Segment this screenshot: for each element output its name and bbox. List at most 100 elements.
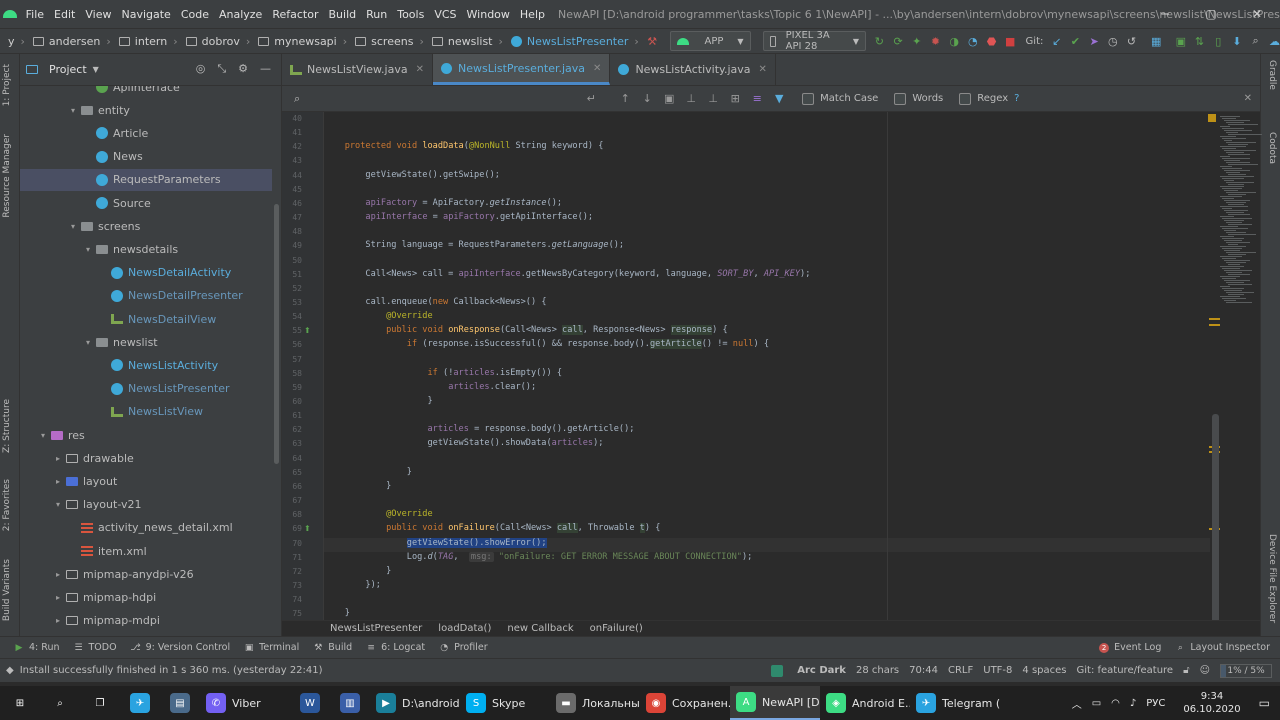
expand-arrow-icon[interactable]: ▾ (37, 431, 49, 440)
git-push-icon[interactable]: ➤ (1089, 34, 1100, 48)
close-button[interactable]: ✕ (1234, 0, 1280, 28)
next-occurrence-icon[interactable]: ↓ (640, 92, 654, 105)
rerun-icon[interactable]: ⟳ (893, 34, 904, 48)
menu-analyze[interactable]: Analyze (214, 8, 267, 21)
expand-arrow-icon[interactable]: ▾ (67, 222, 79, 231)
resource-manager-tool-button[interactable]: Resource Manager (2, 134, 12, 218)
status-message[interactable]: ◆ Install successfully finished in 1 s 3… (6, 665, 323, 676)
battery-icon[interactable]: ▭ (1092, 698, 1101, 709)
taskbar-item[interactable]: ◉Сохранен... (640, 686, 730, 720)
tree-node[interactable]: ▾ res (20, 424, 85, 446)
tool-window-button-terminal[interactable]: ▣ Terminal (244, 642, 299, 653)
taskbar-item[interactable]: ▶D:\android... (370, 686, 460, 720)
settings-icon[interactable]: ⚙ (238, 62, 248, 76)
language-indicator[interactable]: РУС (1146, 698, 1165, 709)
git-branch[interactable]: Git: feature/feature (1077, 665, 1174, 676)
tree-node[interactable]: ▾ entity (20, 99, 130, 121)
history-icon[interactable]: ◷ (1107, 34, 1118, 48)
taskbar-item[interactable]: ▬Локальны... (550, 686, 640, 720)
breadcrumb-item[interactable]: y › (8, 35, 25, 48)
memory-indicator[interactable]: 1% / 5% (1220, 663, 1272, 678)
match-case-checkbox[interactable]: Match Case (802, 92, 878, 105)
rollback-icon[interactable]: ↺ (1126, 34, 1137, 48)
tree-node[interactable]: Article (20, 122, 148, 144)
tool-window-button-6-logcat[interactable]: ≡ 6: Logcat (366, 642, 425, 653)
taskbar-item[interactable]: ▤ (160, 686, 200, 720)
tool-window-button-layout-inspector[interactable]: ⌕ Layout Inspector (1175, 642, 1270, 653)
breadcrumb-item[interactable]: NewsListPresenter › (510, 35, 639, 48)
menu-code[interactable]: Code (176, 8, 214, 21)
indent-setting[interactable]: 4 spaces (1022, 665, 1066, 676)
code-breadcrumb-item[interactable]: onFailure() (590, 623, 643, 634)
profile-icon[interactable]: ◔ (967, 34, 978, 48)
breadcrumb-item[interactable]: screens › (355, 35, 424, 48)
warning-marker[interactable] (1209, 318, 1220, 320)
tree-node[interactable]: NewsDetailActivity (20, 262, 231, 284)
menu-navigate[interactable]: Navigate (116, 8, 175, 21)
clock[interactable]: 9:34 06.10.2020 (1178, 690, 1245, 716)
tool-window-button-9-version-control[interactable]: ⎇ 9: Version Control (130, 642, 230, 653)
breadcrumb-item[interactable]: intern › (118, 35, 178, 48)
project-tool-button[interactable]: 1: Project (2, 64, 12, 106)
expand-arrow-icon[interactable]: ▸ (52, 454, 64, 463)
gradle-tool-button[interactable]: Gradle (1267, 60, 1277, 90)
terminal-icon[interactable]: ▣ (1176, 34, 1187, 48)
expand-arrow-icon[interactable]: ▾ (82, 245, 94, 254)
expand-arrow-icon[interactable]: ▸ (52, 593, 64, 602)
analysis-status-icon[interactable] (1208, 114, 1216, 122)
avd-manager-icon[interactable]: ▯ (1213, 34, 1224, 48)
expand-arrow-icon[interactable]: ▾ (67, 106, 79, 115)
menu-build[interactable]: Build (324, 8, 362, 21)
taskbar-item[interactable]: S Skype (460, 686, 550, 720)
regex-checkbox[interactable]: Regex? (959, 92, 1019, 105)
hide-icon[interactable]: — (260, 62, 271, 76)
expand-arrow-icon[interactable]: ▾ (82, 338, 94, 347)
tree-node[interactable]: ▸ mipmap-hdpi (20, 586, 156, 608)
tree-node[interactable]: NewsListPresenter (20, 378, 230, 400)
notifications-icon[interactable]: ▭ (1259, 696, 1270, 710)
tree-scrollbar[interactable] (274, 204, 279, 464)
taskbar-item[interactable]: ⌕ (40, 686, 80, 720)
bug-icon[interactable]: ✹ (930, 34, 941, 48)
build-variants-tool-button[interactable]: Build Variants (2, 559, 12, 621)
theme-indicator[interactable]: Arc Dark (797, 665, 846, 676)
favorites-tool-button[interactable]: 2: Favorites (2, 479, 12, 531)
tree-node[interactable]: ▾ screens (20, 215, 140, 237)
menu-edit[interactable]: Edit (49, 8, 80, 21)
device-file-explorer-tool-button[interactable]: Device File Explorer (1267, 534, 1277, 623)
find-window-icon[interactable]: ▣ (662, 92, 676, 105)
taskbar-item[interactable]: ❐ (80, 686, 120, 720)
tree-node[interactable]: ApiInterface (20, 86, 180, 98)
tree-node[interactable]: ▸ mipmap-mdpi (20, 610, 160, 632)
search-icon[interactable]: ⌕ (1250, 34, 1261, 48)
chevron-up-icon[interactable]: ︿ (1072, 696, 1082, 711)
volume-icon[interactable]: ♪ (1130, 698, 1136, 709)
search-input[interactable] (306, 89, 576, 109)
tree-node[interactable]: ▸ layout (20, 470, 117, 492)
sync-icon[interactable]: ⇅ (1194, 34, 1205, 48)
tool-window-button-4-run[interactable]: ▶ 4: Run (14, 642, 60, 653)
tree-node[interactable]: item.xml (20, 540, 147, 562)
editor-tab[interactable]: NewsListPresenter.java ✕ (432, 54, 611, 85)
code-breadcrumb-item[interactable]: NewsListPresenter (330, 623, 422, 634)
code-breadcrumb-item[interactable]: loadData() (438, 623, 491, 634)
tree-node[interactable]: activity_news_detail.xml (20, 517, 233, 539)
attach-icon[interactable]: ⬣ (986, 34, 997, 48)
apply-changes-icon[interactable]: ↻ (874, 34, 885, 48)
expand-arrow-icon[interactable]: ▸ (52, 570, 64, 579)
override-gutter-icon[interactable]: ⬆ (304, 326, 314, 336)
codota-status-icon[interactable] (771, 664, 784, 677)
code-breadcrumb-item[interactable]: new Callback (507, 623, 573, 634)
breadcrumb-item[interactable]: dobrov › (185, 35, 250, 48)
enter-icon[interactable]: ↵ (584, 92, 598, 105)
editor-tab[interactable]: NewsListView.java ✕ (282, 54, 433, 85)
caret-position[interactable]: 70:44 (909, 665, 938, 676)
codota-tool-button[interactable]: Codota (1267, 132, 1277, 164)
menu-view[interactable]: View (80, 8, 116, 21)
close-tab-icon[interactable]: ✕ (593, 63, 601, 74)
menu-file[interactable]: File (21, 8, 49, 21)
run-config-select[interactable]: APP ▼ (669, 31, 751, 51)
code-minimap[interactable] (1218, 112, 1262, 622)
taskbar-item[interactable]: W (290, 686, 330, 720)
device-select[interactable]: PIXEL 3A API 28 ▼ (762, 30, 867, 52)
